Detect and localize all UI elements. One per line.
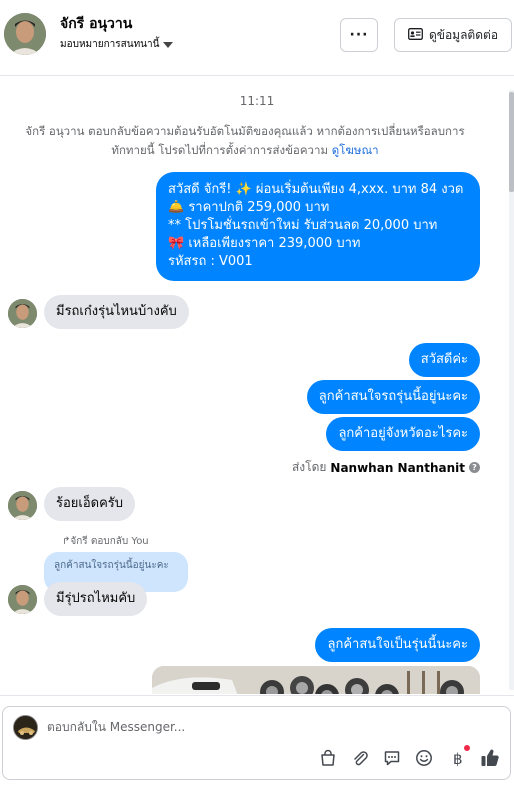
contact-avatar[interactable] bbox=[4, 13, 46, 55]
incoming-message-bubble[interactable]: ร้อยเอ็ดครับ bbox=[44, 487, 136, 521]
shopping-bag-icon[interactable] bbox=[317, 747, 339, 769]
sent-by-label: ส่งโดย Nanwhan Nanthanit ? bbox=[292, 458, 480, 477]
contact-name: จักรี อนุวาน bbox=[60, 16, 133, 32]
scrollbar-thumb[interactable] bbox=[509, 92, 514, 192]
emoji-icon[interactable] bbox=[413, 747, 435, 769]
info-icon[interactable]: ? bbox=[469, 462, 480, 473]
outgoing-message-bubble[interactable]: ลูกค้าอยู่จังหวัดอะไรคะ bbox=[326, 417, 480, 451]
car-photo-attachment[interactable] bbox=[152, 666, 480, 694]
auto-reply-notice-text: จักรี อนุวาน ตอบกลับข้อความต้อนรับอัตโนม… bbox=[25, 124, 465, 157]
message-thread[interactable]: 11:11 จักรี อนุวาน ตอบกลับข้อความต้อนรับ… bbox=[0, 77, 514, 694]
message-input[interactable] bbox=[47, 717, 347, 737]
assign-label: มอบหมายการสนทนานี้ bbox=[60, 39, 160, 50]
notification-dot bbox=[464, 745, 470, 751]
timestamp: 11:11 bbox=[239, 94, 275, 108]
view-ad-link[interactable]: ดูโฆษณา bbox=[332, 143, 379, 157]
sender-name: Nanwhan Nanthanit bbox=[330, 460, 465, 475]
contact-avatar-small bbox=[8, 299, 37, 328]
outgoing-message-bubble[interactable]: สวัสดีค่ะ bbox=[408, 343, 480, 377]
reply-meta: ↱จักรี ตอบกลับ You bbox=[62, 534, 149, 549]
assign-conversation-dropdown[interactable]: มอบหมายการสนทนานี้ bbox=[60, 37, 174, 52]
more-icon: ··· bbox=[349, 27, 369, 43]
svg-text:฿: ฿ bbox=[453, 750, 463, 767]
view-contact-info-label: ดูข้อมูลติดต่อ bbox=[428, 27, 499, 42]
promo-line: 🛎️ ราคาปกติ 259,000 บาท bbox=[168, 200, 330, 215]
contact-avatar-small bbox=[8, 491, 37, 520]
paperclip-icon[interactable] bbox=[349, 747, 371, 769]
view-contact-info-button[interactable]: ดูข้อมูลติดต่อ bbox=[394, 18, 512, 52]
promo-line: รหัสรถ : V001 bbox=[168, 254, 253, 269]
sent-by-prefix: ส่งโดย bbox=[291, 460, 327, 474]
promo-line: ** โปรโมชั่นรถเข้าใหม่ รับส่วนลด 20,000 … bbox=[168, 218, 438, 233]
saved-reply-icon[interactable] bbox=[381, 747, 403, 769]
outgoing-message-bubble[interactable]: ลูกค้าสนใจรถรุ่นนี้อยู่นะคะ bbox=[306, 380, 480, 414]
contact-card-icon bbox=[408, 27, 423, 43]
promo-line: สวัสดี จักรี! ✨ ผ่อนเริ่มต้นเพียง 4,xxx.… bbox=[168, 182, 464, 197]
like-icon[interactable] bbox=[479, 747, 501, 769]
promo-message-bubble[interactable]: สวัสดี จักรี! ✨ ผ่อนเริ่มต้นเพียง 4,xxx.… bbox=[156, 172, 480, 281]
composer-box: ฿ bbox=[2, 706, 511, 780]
outgoing-message-bubble[interactable]: ลูกค้าสนใจเป็นรุ่นนี้นะคะ bbox=[315, 628, 480, 662]
conversation-header: จักรี อนุวาน มอบหมายการสนทนานี้ ··· ดูข้… bbox=[0, 0, 514, 76]
baht-icon[interactable]: ฿ bbox=[447, 745, 470, 769]
auto-reply-notice: จักรี อนุวาน ตอบกลับข้อความต้อนรับอัตโนม… bbox=[10, 122, 480, 160]
reply-meta-text: จักรี ตอบกลับ You bbox=[70, 536, 149, 547]
promo-line: 🎀 เหลือเพียงราคา 239,000 บาท bbox=[168, 236, 361, 251]
composer: ฿ bbox=[0, 695, 514, 790]
incoming-message-bubble[interactable]: มีรถเก๋งรุ่นไหนบ้างคับ bbox=[44, 295, 189, 329]
incoming-message-bubble[interactable]: มีรุ่ปรถไหมคับ bbox=[44, 582, 148, 616]
contact-avatar-small bbox=[8, 585, 37, 614]
page-avatar bbox=[13, 715, 38, 740]
caret-down-icon bbox=[163, 41, 174, 48]
more-options-button[interactable]: ··· bbox=[340, 18, 378, 52]
